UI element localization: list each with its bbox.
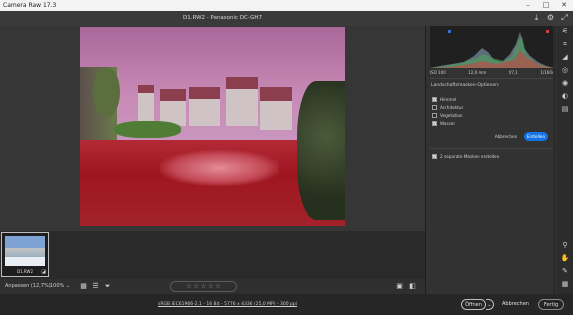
- building: [260, 98, 292, 131]
- masking-icon[interactable]: ◎: [560, 65, 570, 75]
- filter-funnel-icon[interactable]: ⏷: [103, 282, 112, 291]
- options-cancel-button[interactable]: Abbrechen: [492, 132, 520, 141]
- workflow-options-link[interactable]: sRGB IEC61966-2.1 - 16 Bit - 5776 x 4336…: [158, 294, 297, 315]
- edit-sliders-icon[interactable]: ⚟: [560, 26, 570, 36]
- filmstrip: [0, 231, 425, 279]
- iso-value: ISO 100: [430, 70, 446, 75]
- star-rating[interactable]: ☆ ☆ ☆ ☆ ☆: [170, 281, 237, 292]
- status-bar: sRGB IEC61966-2.1 - 16 Bit - 5776 x 4336…: [0, 294, 573, 315]
- image-viewer[interactable]: [0, 26, 425, 231]
- grass-area: [114, 120, 181, 139]
- shadow-clip-icon[interactable]: [448, 30, 451, 33]
- minimize-button[interactable]: –: [519, 0, 537, 11]
- building: [225, 86, 258, 127]
- masked-photo[interactable]: [80, 27, 345, 226]
- checkbox-box[interactable]: ✓: [432, 154, 437, 159]
- options-create-button[interactable]: Erstellen: [524, 132, 548, 141]
- divider: [430, 148, 554, 149]
- window-controls: – □ ✕: [519, 0, 573, 11]
- open-dropdown-chevron-icon[interactable]: ⌄: [486, 299, 494, 310]
- checkbox-label: Vegetation: [440, 113, 463, 118]
- view-bottom-bar: Anpassen (12,7%) 100% ⌄ ▦ ☰ ⏷ ☆ ☆ ☆ ☆ ☆ …: [0, 279, 425, 294]
- remove-eraser-icon[interactable]: ◢: [560, 52, 570, 62]
- maximize-button[interactable]: □: [537, 0, 555, 11]
- edited-badge-icon: ◪: [41, 269, 46, 275]
- cancel-button[interactable]: Abbrechen: [498, 299, 533, 310]
- grid-overlay-icon[interactable]: ▦: [560, 279, 570, 289]
- settings-gear-icon[interactable]: ⚙: [546, 13, 555, 23]
- histogram: [430, 26, 554, 68]
- thumbnail-image: [5, 236, 45, 266]
- fullscreen-icon[interactable]: ⤢: [560, 13, 569, 23]
- highlight-clip-icon[interactable]: [546, 30, 549, 33]
- landscape-options-title: Landschaftsmasken-Optionen:: [431, 83, 500, 88]
- header-bar: D1.RW2 - Panasonic DC-GH7 ⤓ ⚙ ⤢: [0, 11, 573, 26]
- aperture-value: f/7,1: [508, 70, 518, 75]
- window-title: Camera Raw 17.3: [3, 2, 57, 9]
- shutter-value: 1/160s: [540, 70, 554, 75]
- roof: [138, 84, 155, 93]
- checkbox-label: Architektur: [440, 105, 464, 110]
- exif-readout: ISO 100 12,0 mm f/7,1 1/160s: [430, 70, 554, 75]
- title-bar: Camera Raw 17.3 – □ ✕: [0, 0, 573, 11]
- single-view-icon[interactable]: ▣: [395, 282, 404, 291]
- camera-raw-window: Camera Raw 17.3 – □ ✕ D1.RW2 - Panasonic…: [0, 0, 573, 315]
- right-edit-panel: ISO 100 12,0 mm f/7,1 1/160s Landschafts…: [425, 26, 557, 294]
- crop-icon[interactable]: ⌗: [560, 39, 570, 49]
- snapshots-icon[interactable]: ▤: [560, 104, 570, 114]
- hand-icon[interactable]: ✋: [560, 253, 570, 263]
- checkbox-architecture[interactable]: Architektur: [432, 105, 463, 110]
- header-icons: ⤓ ⚙ ⤢: [532, 13, 569, 23]
- checkbox-box[interactable]: ✓: [432, 121, 437, 126]
- tree: [93, 66, 120, 117]
- checkbox-vegetation[interactable]: Vegetation: [432, 113, 463, 118]
- roof: [188, 86, 221, 99]
- before-after-icon[interactable]: ◧: [408, 282, 417, 291]
- zoom-fit-dropdown[interactable]: Anpassen (12,7%): [5, 279, 51, 294]
- zoom-icon[interactable]: ⚲: [560, 240, 570, 250]
- filmstrip-grid-icon[interactable]: ▦: [79, 282, 88, 291]
- checkbox-box[interactable]: ✓: [432, 97, 437, 102]
- close-button[interactable]: ✕: [555, 0, 573, 11]
- presets-icon[interactable]: ◐: [560, 91, 570, 101]
- building: [188, 96, 221, 127]
- red-eye-icon[interactable]: ◉: [560, 78, 570, 88]
- tool-strip: ⚟ ⌗ ◢ ◎ ◉ ◐ ▤ ⚲ ✋ ✎ ▦: [557, 26, 573, 294]
- checkbox-box[interactable]: [432, 113, 437, 118]
- panel-scrollbar[interactable]: [553, 26, 556, 294]
- color-sampler-icon[interactable]: ✎: [560, 266, 570, 276]
- waterfall-foam: [159, 150, 279, 187]
- roof: [260, 86, 292, 101]
- checkbox-label: Wasser: [440, 121, 456, 126]
- open-button[interactable]: Öffnen: [461, 299, 486, 310]
- roof: [159, 88, 186, 101]
- roof: [225, 76, 258, 89]
- checkbox-box[interactable]: [432, 105, 437, 110]
- zoom-chevron-icon[interactable]: ⌄: [66, 279, 70, 294]
- focal-value: 12,0 mm: [468, 70, 487, 75]
- checkbox-label: 2 separate Masken erstellen: [440, 154, 500, 159]
- right-bush: [297, 80, 345, 221]
- checkbox-water[interactable]: ✓ Wasser: [432, 121, 455, 126]
- file-name: D1.RW2 - Panasonic DC-GH7: [183, 15, 262, 21]
- filmstrip-thumbnail[interactable]: D1.RW2 ◪: [1, 232, 49, 277]
- checkbox-label: Himmel: [440, 97, 457, 102]
- done-button[interactable]: Fertig: [538, 299, 564, 310]
- zoom-100-button[interactable]: 100%: [50, 279, 64, 294]
- checkbox-sky[interactable]: ✓ Himmel: [432, 97, 456, 102]
- checkbox-separate-masks[interactable]: ✓ 2 separate Masken erstellen: [432, 154, 499, 159]
- save-icon[interactable]: ⤓: [532, 13, 541, 23]
- sort-list-icon[interactable]: ☰: [91, 282, 100, 291]
- divider: [430, 78, 554, 79]
- histogram-graph: [430, 30, 554, 68]
